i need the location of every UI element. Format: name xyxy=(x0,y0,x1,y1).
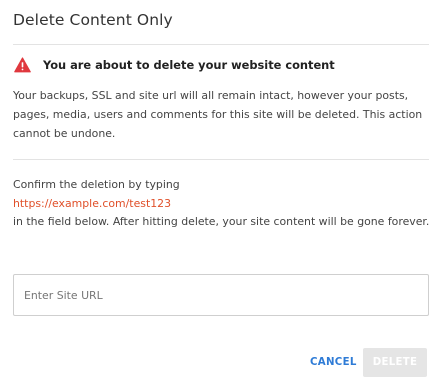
section-divider xyxy=(13,159,429,160)
confirm-instructions: Confirm the deletion by typing https://e… xyxy=(13,176,431,232)
header-divider xyxy=(13,44,429,45)
delete-button[interactable]: DELETE xyxy=(363,348,427,377)
cancel-button[interactable]: CANCEL xyxy=(308,352,359,372)
dialog-title: Delete Content Only xyxy=(13,11,173,29)
warning-banner: You are about to delete your website con… xyxy=(14,57,335,73)
confirm-site-url: https://example.com/test123 xyxy=(13,196,172,210)
warning-body: Your backups, SSL and site url will all … xyxy=(13,89,423,140)
confirm-line-1: Confirm the deletion by typing xyxy=(13,178,180,191)
warning-heading: You are about to delete your website con… xyxy=(43,58,335,72)
delete-content-dialog: Delete Content Only You are about to del… xyxy=(0,0,442,390)
confirm-line-3: in the field below. After hitting delete… xyxy=(13,215,430,228)
site-url-input[interactable] xyxy=(13,274,429,316)
warning-triangle-icon xyxy=(14,57,31,73)
